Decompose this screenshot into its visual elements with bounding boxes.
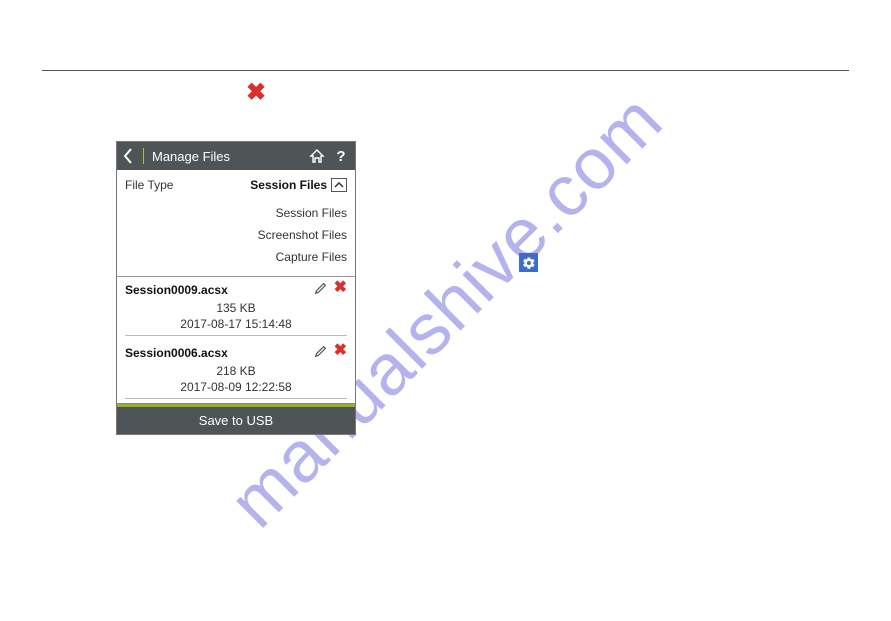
file-size: 135 KB <box>125 297 347 315</box>
help-icon[interactable]: ? <box>333 148 349 164</box>
close-icon: ✖ <box>246 78 266 107</box>
row-rule <box>125 398 347 399</box>
title-bar: Manage Files ? <box>117 142 355 170</box>
home-icon[interactable] <box>309 148 325 164</box>
row-rule <box>125 335 347 336</box>
file-date: 2017-08-17 15:14:48 <box>125 315 347 333</box>
filetype-value: Session Files <box>250 178 327 192</box>
file-row: Session0006.acsx ✖ 218 KB 2017-08-09 12:… <box>117 340 355 403</box>
manage-files-panel: Manage Files ? File Type Session Files S… <box>116 141 356 435</box>
filetype-row[interactable]: File Type Session Files <box>117 170 355 200</box>
delete-icon[interactable]: ✖ <box>334 281 347 295</box>
gear-icon <box>519 253 538 272</box>
file-size: 218 KB <box>125 360 347 378</box>
save-to-usb-button[interactable]: Save to USB <box>117 407 355 434</box>
filetype-options: Session Files Screenshot Files Capture F… <box>117 200 355 276</box>
chevron-up-icon[interactable] <box>331 178 347 192</box>
filetype-label: File Type <box>125 178 173 192</box>
page-top-rule <box>42 70 849 71</box>
page-title: Manage Files <box>152 149 301 164</box>
delete-icon[interactable]: ✖ <box>334 344 347 358</box>
back-icon[interactable] <box>123 147 135 165</box>
file-row: Session0009.acsx ✖ 135 KB 2017-08-17 15:… <box>117 276 355 340</box>
option-screenshot-files[interactable]: Screenshot Files <box>125 224 347 246</box>
option-session-files[interactable]: Session Files <box>125 202 347 224</box>
title-separator <box>143 148 144 164</box>
edit-icon[interactable] <box>314 344 328 358</box>
option-capture-files[interactable]: Capture Files <box>125 246 347 268</box>
edit-icon[interactable] <box>314 281 328 295</box>
file-date: 2017-08-09 12:22:58 <box>125 378 347 396</box>
